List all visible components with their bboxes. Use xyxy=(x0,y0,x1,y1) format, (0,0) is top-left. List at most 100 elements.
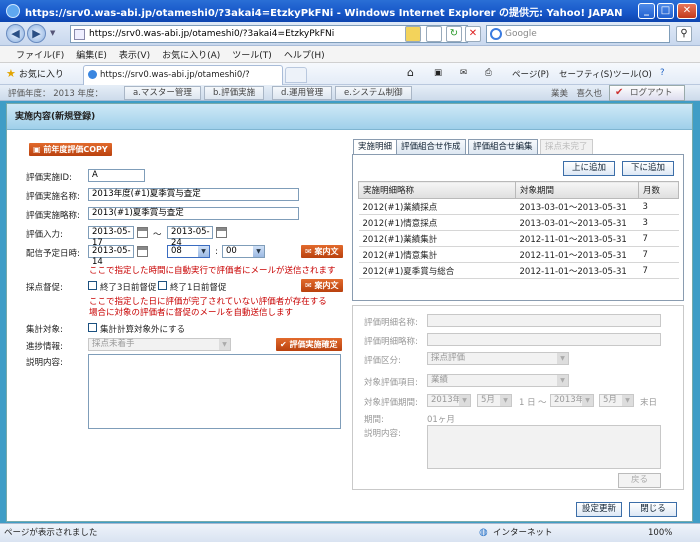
id-input[interactable]: A xyxy=(88,169,145,182)
from-year-select: 2013年 ▼ xyxy=(427,394,471,407)
menu-bar: ファイル(F) 編集(E) 表示(V) お気に入り(A) ツール(T) ヘルプ(… xyxy=(0,46,700,63)
from-year-value: 2013年 xyxy=(431,395,462,405)
history-dropdown-icon[interactable]: ▼ xyxy=(50,29,55,37)
logout-button[interactable]: ✔ ログアウト xyxy=(609,85,685,101)
search-input[interactable]: Google xyxy=(486,25,670,43)
input-to-field[interactable]: 2013-05-24 xyxy=(167,226,213,248)
aggregate-option-label: 集計計算対象外にする xyxy=(100,325,186,335)
delivery-label: 配信予定日時: xyxy=(26,249,80,259)
short-input[interactable]: 2013(#1)夏季賞与査定 xyxy=(88,207,299,220)
detail-short-label: 評価明細略称: xyxy=(364,337,418,347)
copy-previous-label: 前年度評価COPY xyxy=(43,145,108,154)
nav-master[interactable]: a.マスター管理 xyxy=(124,86,201,100)
table-row[interactable]: 2012(#1)業績集計 2012-11-01～2013-05-31 7 xyxy=(358,230,679,247)
compat-view-icon[interactable] xyxy=(426,26,442,42)
page-menu[interactable]: ページ(P) xyxy=(512,68,549,80)
globe-icon: ◍ xyxy=(479,527,488,538)
back-button: 戻る xyxy=(618,473,661,488)
months-value: 01ヶ月 xyxy=(427,415,455,425)
safety-menu[interactable]: セーフティ(S) xyxy=(559,68,613,80)
ie-logo-icon xyxy=(6,4,20,18)
window-title-bar: https://srv0.was-abi.jp/otameshi0/?3akai… xyxy=(0,0,700,22)
table-cell: 3 xyxy=(638,214,679,231)
desc-label: 説明内容: xyxy=(26,358,63,368)
detail-kind-value: 採点評価 xyxy=(431,353,466,363)
status-bar: ページが表示されました ◍ インターネット 100% xyxy=(0,523,700,542)
period-range-separator: ～ xyxy=(538,398,547,408)
calendar-icon[interactable] xyxy=(216,227,227,238)
remind-1day-checkbox[interactable] xyxy=(158,281,167,290)
menu-view[interactable]: 表示(V) xyxy=(119,48,150,61)
browser-tab[interactable]: https://srv0.was-abi.jp/otameshi0/?3akai… xyxy=(83,65,283,98)
zoom-level[interactable]: 100% xyxy=(648,524,672,542)
status-text: ページが表示されました xyxy=(4,528,98,538)
minimize-button[interactable]: _ xyxy=(638,3,655,19)
remind-note-2: 場合に対象の評価者に督促のメールを自動送信します xyxy=(89,308,294,318)
table-row[interactable]: 2012(#1)情意集計 2012-11-01～2013-05-31 7 xyxy=(358,246,679,263)
table-row[interactable]: 2012(#1)夏季賞与総合 2012-11-01～2013-05-31 7 xyxy=(358,262,679,279)
lock-icon[interactable] xyxy=(405,26,421,42)
search-icon[interactable]: ⚲ xyxy=(676,26,692,42)
calendar-icon[interactable] xyxy=(137,246,148,257)
nav-system[interactable]: e.システム制御 xyxy=(335,86,412,100)
aggregate-checkbox[interactable] xyxy=(88,323,97,332)
day-label: 1 日 xyxy=(519,398,536,408)
detail-name-label: 評価明細名称: xyxy=(364,318,418,328)
delivery-hour-select[interactable]: 08 ▼ xyxy=(167,245,210,258)
desc-textarea[interactable] xyxy=(88,354,341,429)
column-header: 対象期間 xyxy=(515,181,639,199)
table-cell: 2013-03-01～2013-05-31 xyxy=(515,198,639,215)
add-above-button[interactable]: 上に追加 xyxy=(563,161,615,176)
check-icon: ✔ xyxy=(615,87,624,98)
dropdown-icon: ▼ xyxy=(500,395,511,406)
name-input[interactable]: 2013年度(#1)夏季賞与査定 xyxy=(88,188,299,201)
remind-3day-checkbox[interactable] xyxy=(88,281,97,290)
mail-icon[interactable]: ✉ xyxy=(460,68,467,78)
stop-icon[interactable]: ✕ xyxy=(465,26,481,42)
delivery-date-field[interactable]: 2013-05-14 xyxy=(88,245,134,267)
tab-combo-edit[interactable]: 評価組合せ編集 xyxy=(468,139,538,155)
maximize-button[interactable]: □ xyxy=(657,3,674,19)
menu-tools[interactable]: ツール(T) xyxy=(232,48,272,61)
close-window-button[interactable]: ✕ xyxy=(677,3,697,19)
to-year-value: 2013年 xyxy=(554,395,585,405)
input-from-field[interactable]: 2013-05-17 xyxy=(88,226,134,248)
menu-file[interactable]: ファイル(F) xyxy=(16,48,64,61)
refresh-icon[interactable]: ↻ xyxy=(446,26,462,42)
tab-detail[interactable]: 実施明細 xyxy=(353,139,398,155)
progress-select: 採点未着手 ▼ xyxy=(88,338,231,351)
confirm-button[interactable]: ✔ 評価実施確定 xyxy=(276,338,342,351)
table-header-row: 実施明細略称 対象期間 月数 xyxy=(358,181,679,199)
user-name: 業美 喜久也 xyxy=(551,89,603,99)
new-tab-button[interactable] xyxy=(285,67,307,83)
home-icon[interactable]: ⌂ xyxy=(407,66,414,79)
menu-edit[interactable]: 編集(E) xyxy=(76,48,107,61)
copy-previous-button[interactable]: ▣ 前年度評価COPY xyxy=(29,143,112,156)
tab-combo-create[interactable]: 評価組合せ作成 xyxy=(396,139,466,155)
detail-short-input xyxy=(427,333,661,346)
table-cell: 3 xyxy=(638,198,679,215)
tools-menu[interactable]: ツール(O) xyxy=(613,68,652,80)
update-settings-button[interactable]: 設定更新 xyxy=(576,502,622,517)
table-row[interactable]: 2012(#1)業績採点 2013-03-01～2013-05-31 3 xyxy=(358,198,679,215)
guide-button[interactable]: ✉ 案内文 xyxy=(301,245,343,258)
close-button[interactable]: 閉じる xyxy=(629,502,677,517)
delivery-minute-select[interactable]: 00 ▼ xyxy=(222,245,265,258)
help-icon[interactable]: ? xyxy=(660,68,665,78)
back-button[interactable]: ◀ xyxy=(6,24,25,43)
menu-help[interactable]: ヘルプ(H) xyxy=(284,48,325,61)
favorites-button[interactable]: ★ お気に入り xyxy=(6,67,64,80)
print-icon[interactable]: ⎙ xyxy=(485,68,492,78)
guide-button-2[interactable]: ✉ 案内文 xyxy=(301,279,343,292)
calendar-icon[interactable] xyxy=(137,227,148,238)
table-row[interactable]: 2012(#1)情意採点 2013-03-01～2013-05-31 3 xyxy=(358,214,679,231)
forward-button[interactable]: ▶ xyxy=(27,24,46,43)
table-cell: 2012(#1)業績採点 xyxy=(358,198,516,215)
detail-desc-textarea xyxy=(427,425,661,469)
feeds-icon[interactable]: ▣ xyxy=(434,68,442,78)
zone-text: インターネット xyxy=(493,528,553,538)
nav-operation[interactable]: d.運用管理 xyxy=(272,86,333,100)
menu-favorites[interactable]: お気に入り(A) xyxy=(162,48,220,61)
add-below-button[interactable]: 下に追加 xyxy=(622,161,674,176)
nav-evaluation[interactable]: b.評価実施 xyxy=(204,86,265,100)
